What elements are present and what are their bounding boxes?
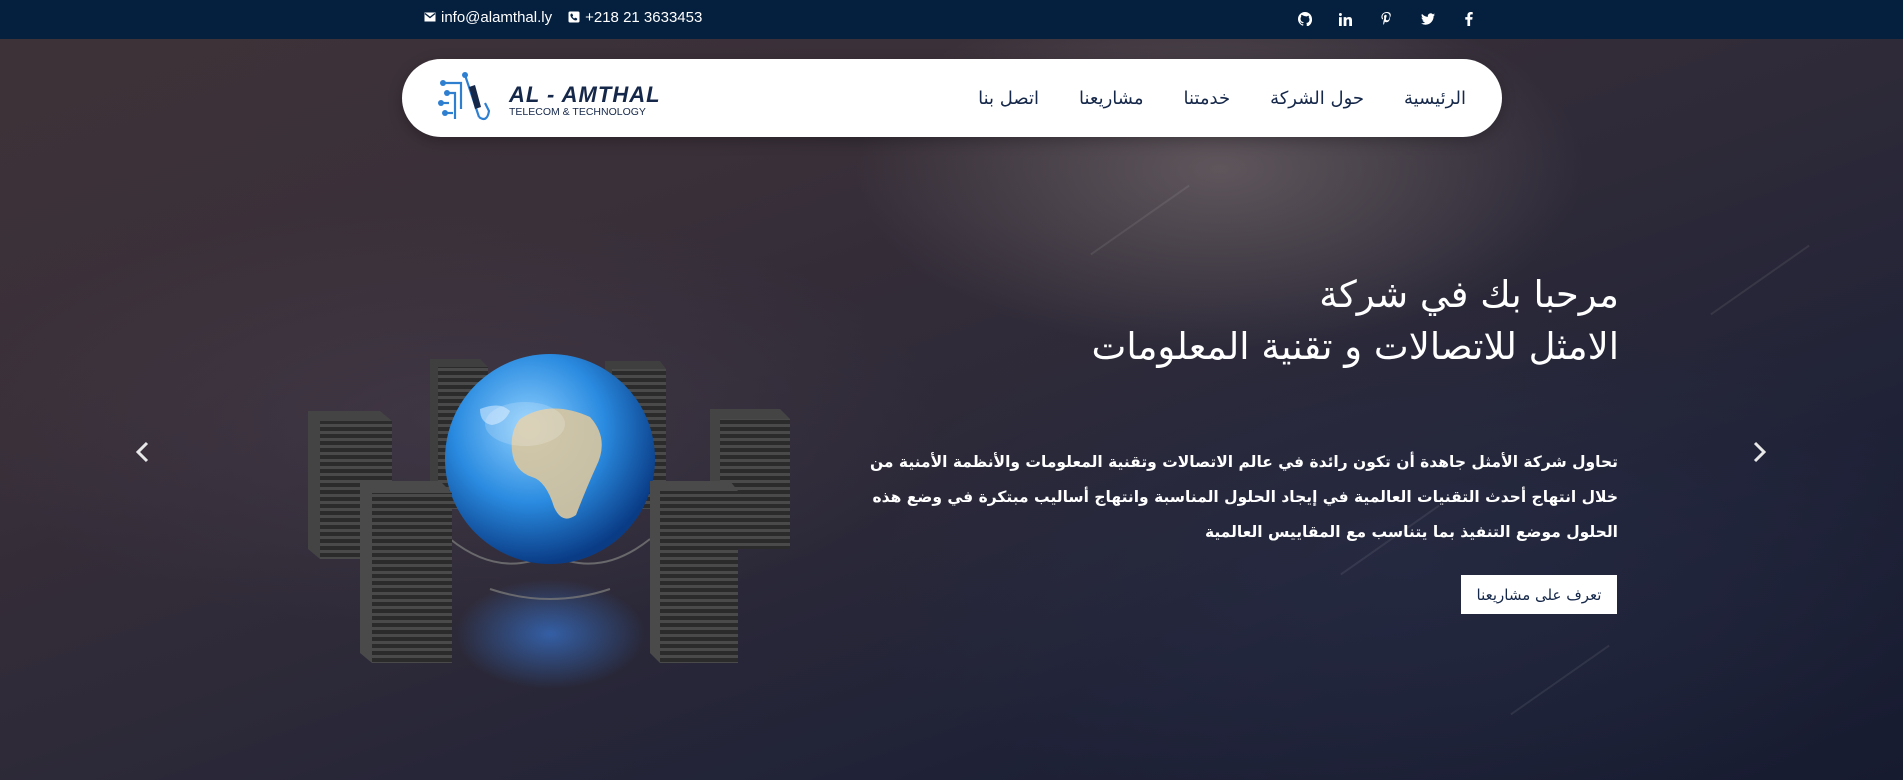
social-links <box>1296 8 1477 30</box>
contact-info: info@alamthal.ly +218 21 3633453 <box>424 0 702 34</box>
logo[interactable]: AL - AMTHAL TELECOM & TECHNOLOGY <box>435 67 661 135</box>
email-link[interactable]: info@alamthal.ly <box>424 9 552 26</box>
background-streak <box>1710 244 1810 316</box>
hero-title-line1: مرحبا بك في شركة <box>1319 273 1619 316</box>
background-streak <box>1090 184 1190 256</box>
facebook-icon[interactable] <box>1460 11 1477 28</box>
view-projects-button[interactable]: تعرف على مشاريعنا <box>1461 575 1617 614</box>
slider-next-button[interactable] <box>1748 439 1770 465</box>
logo-title: AL - AMTHAL <box>509 82 661 108</box>
globe-servers-illustration <box>308 354 790 689</box>
hero-slider: AL - AMTHAL TELECOM & TECHNOLOGY اتصل بن… <box>0 39 1903 780</box>
server-rack-front-right <box>650 481 738 663</box>
linkedin-icon[interactable] <box>1337 11 1354 28</box>
slider-prev-button[interactable] <box>132 439 154 465</box>
server-rack-front-left <box>360 481 452 663</box>
pinterest-icon[interactable] <box>1378 11 1395 28</box>
hero-description: تحاول شركة الأمثل جاهدة أن تكون رائدة في… <box>869 453 1618 541</box>
chevron-left-icon <box>135 441 149 463</box>
nav-item-services[interactable]: خدمتنا <box>1184 88 1231 109</box>
twitter-icon[interactable] <box>1419 11 1436 28</box>
email-text: info@alamthal.ly <box>441 8 553 26</box>
nav-item-contact[interactable]: اتصل بنا <box>978 88 1039 109</box>
hero-title: مرحبا بك في شركة الامثل للاتصالات و تقني… <box>919 269 1619 373</box>
nav-item-projects[interactable]: مشاريعنا <box>1079 88 1144 109</box>
main-navbar: AL - AMTHAL TELECOM & TECHNOLOGY اتصل بن… <box>402 59 1502 137</box>
background-streak <box>1510 644 1610 716</box>
phone-icon <box>568 11 580 23</box>
top-bar: info@alamthal.ly +218 21 3633453 <box>0 0 1903 39</box>
nav-item-about[interactable]: حول الشركة <box>1270 88 1364 109</box>
envelope-icon <box>424 11 436 23</box>
phone-link[interactable]: +218 21 3633453 <box>568 9 702 26</box>
logo-subtitle: TELECOM & TECHNOLOGY <box>509 106 646 119</box>
globe-icon <box>445 354 655 564</box>
nav-item-home[interactable]: الرئيسية <box>1404 88 1466 109</box>
chevron-right-icon <box>1753 441 1767 463</box>
hero-title-line2: الامثل للاتصالات و تقنية المعلومات <box>1091 325 1619 368</box>
nav-menu: اتصل بنا مشاريعنا خدمتنا حول الشركة الرئ… <box>978 59 1466 137</box>
phone-text: +218 21 3633453 <box>585 8 703 26</box>
logo-mark-icon <box>435 67 499 135</box>
logo-text: AL - AMTHAL TELECOM & TECHNOLOGY <box>509 84 661 118</box>
github-icon[interactable] <box>1296 11 1313 28</box>
